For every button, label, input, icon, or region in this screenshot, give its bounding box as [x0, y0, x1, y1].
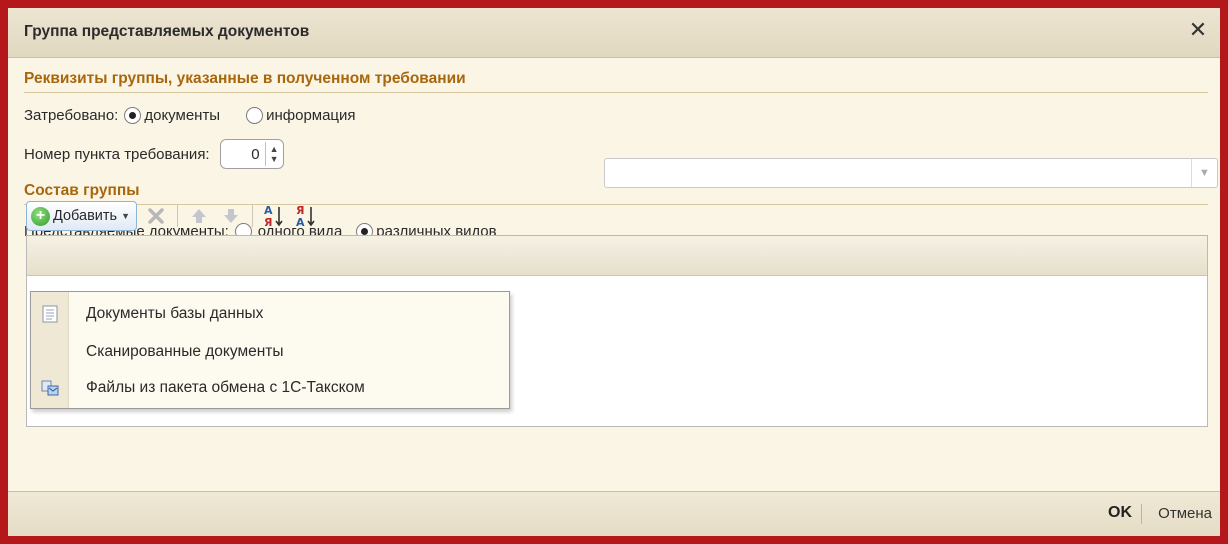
svg-text:Я: Я — [264, 216, 272, 229]
section-heading-composition: Состав группы — [24, 182, 140, 199]
table-toolbar: + Добавить ▼ A Я Я A — [26, 200, 319, 232]
radio-information[interactable]: информация — [246, 106, 356, 124]
add-button[interactable]: + Добавить ▼ — [26, 201, 138, 231]
item-number-value[interactable]: 0 — [221, 146, 265, 163]
menu-item-exchange-files[interactable]: Файлы из пакета обмена с 1С-Такском — [31, 370, 509, 406]
section-heading-requisites: Реквизиты группы, указанные в полученном… — [24, 70, 466, 87]
close-icon[interactable]: ✕ — [1186, 18, 1210, 42]
sort-ascending-icon[interactable]: A Я — [261, 203, 287, 229]
document-icon — [31, 305, 69, 323]
add-button-label: Добавить — [53, 208, 118, 224]
chevron-down-icon[interactable]: ▼ — [1191, 159, 1217, 187]
add-dropdown-menu: Документы базы данных Сканированные доку… — [30, 291, 510, 409]
menu-item-label: Сканированные документы — [86, 343, 284, 360]
radio-documents[interactable]: документы — [124, 106, 221, 124]
toolbar-divider — [252, 205, 254, 227]
ok-button[interactable]: OK — [1108, 504, 1132, 522]
menu-item-label: Файлы из пакета обмена с 1С-Такском — [86, 379, 365, 396]
radio-information-label: информация — [266, 106, 356, 124]
item-number-label: Номер пункта требования: — [24, 145, 210, 163]
window-title: Группа представляемых документов — [24, 23, 310, 40]
requested-row: Затребовано: документы информация — [24, 104, 356, 126]
document-kind-select[interactable]: ▼ — [604, 158, 1218, 188]
delete-icon[interactable] — [143, 203, 169, 229]
menu-item-label: Документы базы данных — [86, 305, 264, 322]
stepper-arrows-icon[interactable]: ▲ ▼ — [264, 142, 283, 166]
menu-item-database-documents[interactable]: Документы базы данных — [31, 296, 509, 332]
radio-documents-label: документы — [144, 106, 221, 124]
requested-label: Затребовано: — [24, 106, 119, 124]
radio-documents-control[interactable] — [124, 106, 142, 124]
sort-descending-icon[interactable]: Я A — [293, 203, 319, 229]
section-divider — [24, 92, 1208, 93]
toolbar-divider — [177, 205, 179, 227]
footer-divider — [1141, 504, 1142, 524]
item-number-stepper[interactable]: 0 ▲ ▼ — [219, 139, 284, 169]
cancel-button[interactable]: Отмена — [1158, 505, 1212, 522]
add-plus-icon: + — [31, 206, 50, 226]
dialog-footer: OK Отмена — [8, 491, 1220, 536]
radio-information-control[interactable] — [246, 106, 264, 124]
item-number-row: Номер пункта требования: 0 ▲ ▼ — [24, 138, 284, 170]
chevron-down-icon: ▼ — [121, 211, 131, 221]
table-header — [27, 236, 1207, 276]
move-up-icon[interactable] — [186, 203, 212, 229]
title-bar: Группа представляемых документов ✕ — [8, 8, 1220, 58]
move-down-icon[interactable] — [218, 203, 244, 229]
svg-text:A: A — [296, 216, 305, 229]
menu-item-scanned-documents[interactable]: Сканированные документы — [31, 334, 509, 370]
exchange-package-icon — [31, 379, 69, 397]
